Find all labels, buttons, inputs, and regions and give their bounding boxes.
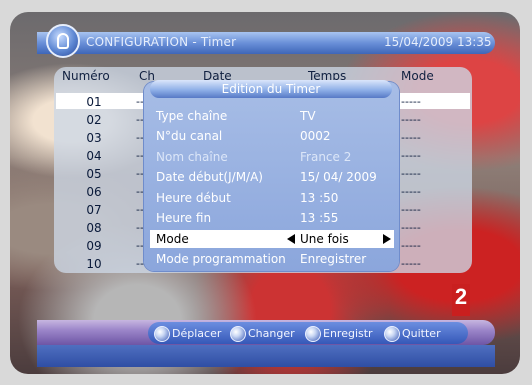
table-cell-mode: ----- (401, 131, 421, 144)
table-cell-mode: ----- (401, 95, 421, 108)
table-row-number[interactable]: 05 (74, 167, 114, 181)
exit-button-icon (384, 326, 400, 342)
hint-move: Déplacer (172, 327, 222, 340)
current-datetime: 15/04/2009 13:35 (384, 35, 492, 49)
table-cell-mode: ----- (401, 113, 421, 126)
field-label-start-time: Heure début (156, 191, 231, 205)
channel-logo: 2 (452, 284, 470, 310)
page-title: CONFIGURATION - Timer (86, 35, 237, 49)
channel-logo-bar (452, 310, 470, 316)
table-cell-mode: ----- (401, 185, 421, 198)
field-label-channel-number: N°du canal (156, 129, 223, 143)
hint-exit: Quitter (402, 327, 441, 340)
chevron-left-icon[interactable] (287, 234, 295, 244)
ok-button-icon (305, 326, 321, 342)
table-cell-mode: ----- (401, 221, 421, 234)
dialog-title: Edition du Timer (150, 80, 392, 98)
dpad-left-right-icon (230, 326, 246, 342)
tv-frame: CONFIGURATION - Timer 15/04/2009 13:35 N… (0, 0, 532, 385)
table-row-number[interactable]: 06 (74, 185, 114, 199)
field-value-channel-number[interactable]: 0002 (300, 129, 331, 143)
field-value-channel-type[interactable]: TV (300, 109, 316, 123)
field-label-channel-type: Type chaîne (156, 109, 228, 123)
table-row-number[interactable]: 03 (74, 131, 114, 145)
column-header-mode: Mode (401, 69, 434, 83)
field-label-program-mode: Mode programmation (156, 252, 286, 266)
table-row-number[interactable]: 07 (74, 203, 114, 217)
table-cell-mode: ----- (401, 239, 421, 252)
hint-change: Changer (248, 327, 295, 340)
mode-selector[interactable]: Une fois (300, 232, 349, 246)
table-row-number[interactable]: 08 (74, 221, 114, 235)
field-value-channel-name: France 2 (300, 150, 352, 164)
table-row-number[interactable]: 04 (74, 149, 114, 163)
field-value-program-mode[interactable]: Enregistrer (300, 252, 366, 266)
field-value-end-time[interactable]: 13 :55 (300, 211, 338, 225)
dpad-up-down-icon (154, 326, 170, 342)
field-value-start-date[interactable]: 15/ 04/ 2009 (300, 170, 377, 184)
field-value-start-time[interactable]: 13 :50 (300, 191, 338, 205)
footer-lower-bar (37, 345, 495, 367)
table-cell-mode: ----- (401, 167, 421, 180)
menu-logo-icon (46, 24, 80, 58)
field-label-mode: Mode (156, 232, 189, 246)
table-cell-mode: ----- (401, 149, 421, 162)
table-row-number[interactable]: 10 (74, 257, 114, 271)
table-row-number[interactable]: 01 (74, 95, 114, 109)
field-label-start-date: Date début(J/M/A) (156, 170, 263, 184)
table-row-number[interactable]: 02 (74, 113, 114, 127)
field-label-channel-name: Nom chaîne (156, 150, 228, 164)
chevron-right-icon[interactable] (383, 234, 391, 244)
field-label-end-time: Heure fin (156, 211, 212, 225)
hint-save: Enregistr (323, 327, 373, 340)
column-header-numero: Numéro (62, 69, 110, 83)
table-row-number[interactable]: 09 (74, 239, 114, 253)
table-cell-mode: ----- (401, 203, 421, 216)
table-cell-mode: ----- (401, 257, 421, 270)
